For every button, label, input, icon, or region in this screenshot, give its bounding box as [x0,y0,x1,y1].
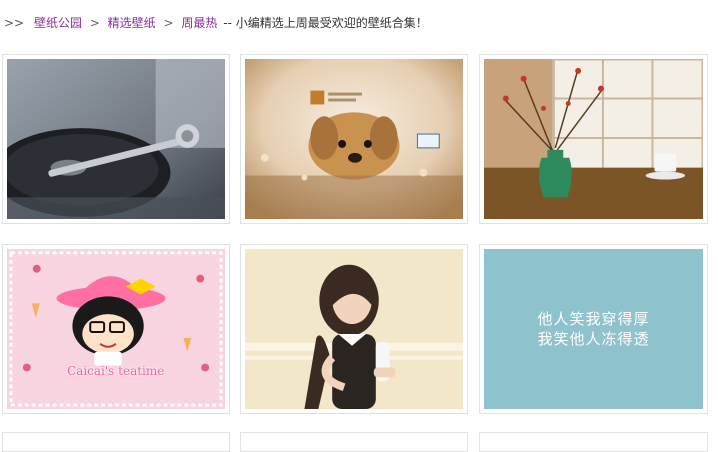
wallpaper-card-vase[interactable] [479,54,708,224]
breadcrumb-link-weekly-hot[interactable]: 周最热 [181,16,217,30]
wallpaper-card-dog[interactable] [240,54,468,224]
quote-line-2: 我笑他人冻得透 [537,330,650,348]
wallpaper-thumbnail[interactable] [7,59,225,219]
wallpaper-thumbnail[interactable]: Caicai's teatime [7,249,225,409]
wallpaper-thumbnail[interactable]: 他人笑我穿得厚 我笑他人冻得透 [484,249,703,409]
turntable-image [7,59,225,219]
wallpaper-caption: Caicai's teatime [67,364,165,378]
wallpaper-thumbnail[interactable] [245,249,463,409]
wallpaper-card-partial[interactable] [2,432,230,452]
breadcrumb-link-featured[interactable]: 精选壁纸 [108,16,156,30]
breadcrumb: >> 壁纸公园 > 精选壁纸 > 周最热 -- 小编精选上周最受欢迎的壁纸合集！ [4,14,428,32]
wallpaper-thumbnail[interactable] [245,59,463,219]
wallpaper-card-cartoon[interactable]: Caicai's teatime [2,244,230,414]
breadcrumb-separator: > [89,16,100,30]
wallpaper-card-turntable[interactable] [2,54,230,224]
cartoon-image [7,249,225,409]
wallpaper-thumbnail[interactable] [484,59,703,219]
breadcrumb-link-park[interactable]: 壁纸公园 [34,16,82,30]
wallpaper-card-partial[interactable] [240,432,468,452]
breadcrumb-note: -- 小编精选上周最受欢迎的壁纸合集！ [223,16,428,30]
wallpaper-card-quote[interactable]: 他人笑我穿得厚 我笑他人冻得透 [479,244,708,414]
quote-line-1: 他人笑我穿得厚 [537,310,650,328]
vase-image [484,59,703,219]
wallpaper-card-girl[interactable] [240,244,468,414]
quote-text: 他人笑我穿得厚 我笑他人冻得透 [484,309,703,349]
breadcrumb-lead: >> [4,16,25,30]
girl-image [245,249,463,409]
wallpaper-card-partial[interactable] [479,432,708,452]
breadcrumb-separator: > [163,16,174,30]
dog-image [245,59,463,219]
